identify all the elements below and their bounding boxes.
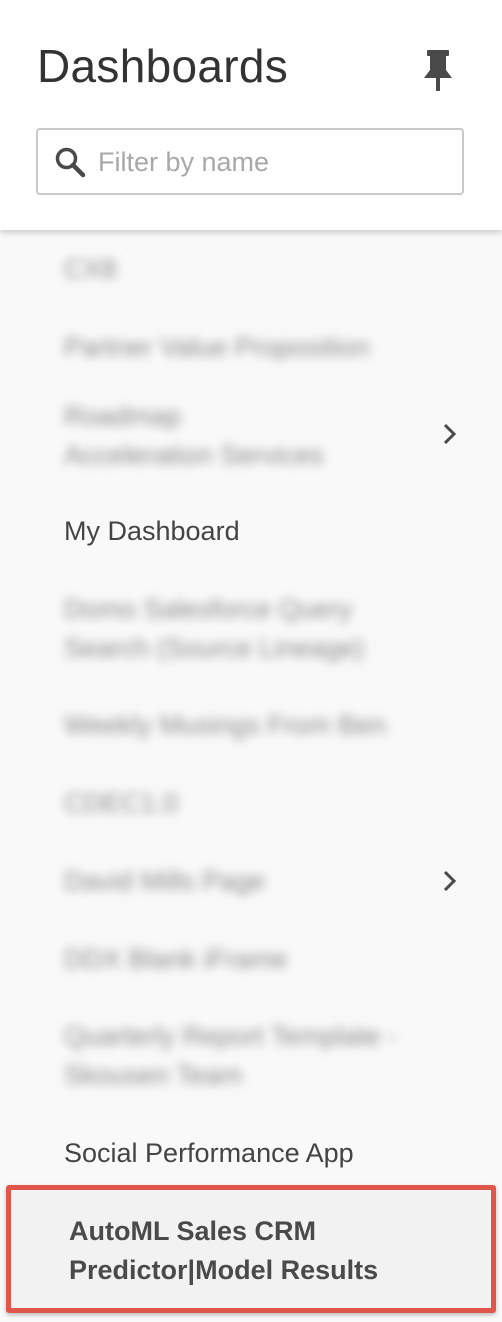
list-item-my-dashboard[interactable]: My Dashboard — [0, 512, 502, 552]
list-item-label: Roadmap Acceleration Services — [64, 401, 324, 470]
panel-title: Dashboards — [37, 40, 289, 92]
list-item[interactable]: CDEC1.0 — [0, 784, 502, 824]
list-item[interactable]: Quarterly Report Template - Skousen Team — [0, 1017, 502, 1097]
list-item[interactable]: CX8 — [0, 240, 502, 300]
list-item-label: Weekly Musings From Ben — [64, 710, 387, 740]
list-item-label: David Mills Page — [64, 866, 266, 896]
list-item-label: AutoML Sales CRM Predictor|Model Results — [69, 1212, 378, 1290]
list-item[interactable]: Partner Value Proposition — [0, 318, 502, 378]
list-item-label: My Dashboard — [64, 516, 240, 546]
list-item-label: CDEC1.0 — [64, 788, 179, 818]
list-item[interactable]: Weekly Musings From Ben — [0, 706, 502, 746]
list-item[interactable]: DDX Blank iFrame — [0, 940, 502, 980]
selected-item-line2: Predictor|Model Results — [69, 1255, 379, 1285]
list-item-label: Partner Value Proposition — [64, 332, 370, 362]
dashboard-list: CX8 Partner Value Proposition Roadmap Ac… — [0, 230, 502, 1322]
list-item-label: Quarterly Report Template - Skousen Team — [64, 1021, 397, 1090]
list-item-label: Social Performance App — [64, 1138, 354, 1168]
selected-list-item[interactable]: AutoML Sales CRM Predictor|Model Results — [6, 1185, 496, 1313]
search-input[interactable] — [98, 138, 448, 186]
selected-item-line1: AutoML Sales CRM — [69, 1216, 317, 1246]
search-field[interactable] — [36, 128, 464, 195]
dashboards-panel: Dashboards CX8 Partner Value Pr — [0, 0, 502, 1322]
panel-header: Dashboards — [0, 0, 502, 230]
list-item-label: DDX Blank iFrame — [64, 944, 288, 974]
list-item[interactable]: Domo Salesforce Query Search (Source Lin… — [0, 590, 502, 670]
list-item[interactable]: David Mills Page — [0, 862, 502, 902]
chevron-right-icon[interactable] — [440, 421, 460, 447]
chevron-right-icon[interactable] — [440, 868, 460, 894]
list-item-social-performance-app[interactable]: Social Performance App — [0, 1134, 502, 1174]
list-item-label: Domo Salesforce Query Search (Source Lin… — [64, 594, 365, 663]
list-item[interactable]: Roadmap Acceleration Services — [0, 395, 502, 477]
list-item-label: CX8 — [64, 254, 117, 284]
search-icon — [54, 146, 86, 178]
pin-icon[interactable] — [418, 48, 458, 92]
